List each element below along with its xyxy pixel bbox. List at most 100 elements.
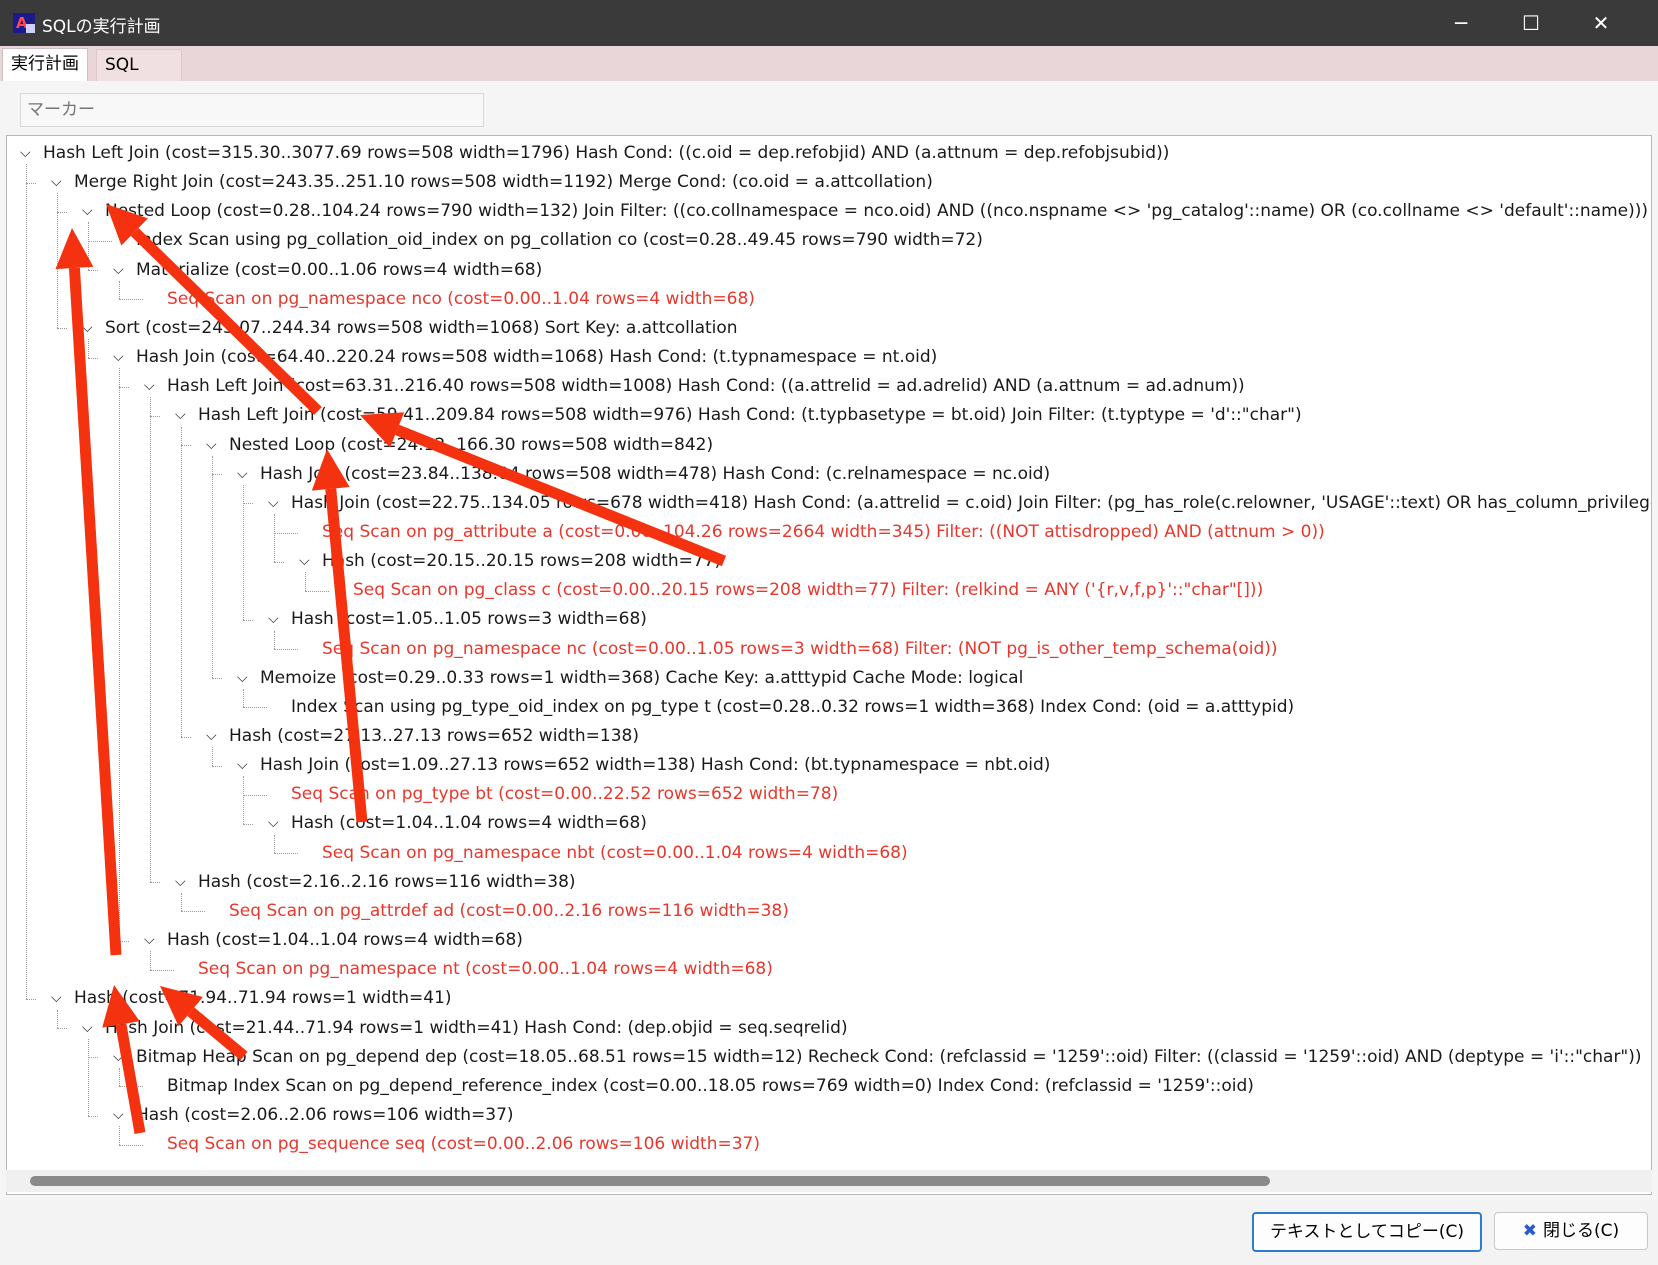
marker-input[interactable] [20,93,484,127]
tree-connector [88,241,112,243]
plan-node[interactable]: Hash (cost=2.16..2.16 rows=116 width=38) [198,868,576,897]
tree-connector [150,397,151,883]
tree-connector [181,911,205,913]
tree-connector [150,415,160,417]
chevron-down-icon[interactable]: ⌵ [113,1043,127,1072]
plan-node[interactable]: Hash Join (cost=64.40..220.24 rows=508 w… [136,343,937,372]
chevron-down-icon[interactable]: ⌵ [82,1014,96,1043]
plan-node[interactable]: Merge Right Join (cost=243.35..251.10 ro… [74,168,933,197]
tree-connector [57,1028,67,1030]
close-button[interactable]: ✖ 閉じる(C) [1494,1212,1648,1250]
tree-connector [243,503,253,505]
plan-node[interactable]: Hash (cost=27.13..27.13 rows=652 width=1… [229,722,639,751]
minimize-button[interactable]: ─ [1426,0,1496,46]
tree-connector [243,707,267,709]
plan-node[interactable]: Seq Scan on pg_type bt (cost=0.00..22.52… [291,780,838,809]
tree-connector [212,765,222,767]
plan-node[interactable]: Hash (cost=1.04..1.04 rows=4 width=68) [291,809,647,838]
plan-node[interactable]: Hash Left Join (cost=63.31..216.40 rows=… [167,372,1245,401]
plan-tree[interactable]: ⌵ Hash Left Join (cost=315.30..3077.69 ro… [6,135,1652,1195]
plan-node[interactable]: Hash (cost=71.94..71.94 rows=1 width=41) [74,984,452,1013]
minimize-icon: ─ [1454,11,1468,35]
plan-node[interactable]: Hash Left Join (cost=315.30..3077.69 row… [43,139,1169,168]
chevron-down-icon[interactable]: ⌵ [113,1101,127,1130]
chevron-down-icon[interactable]: ⌵ [268,489,282,518]
chevron-down-icon[interactable]: ⌵ [237,664,251,693]
plan-node[interactable]: Hash (cost=20.15..20.15 rows=208 width=7… [322,547,721,576]
tree-connector [26,182,36,184]
maximize-button[interactable]: ☐ [1496,0,1566,46]
tab-sql[interactable]: SQL [96,49,182,81]
close-x-icon: ✖ [1522,1221,1538,1241]
chevron-down-icon[interactable]: ⌵ [268,809,282,838]
tree-connector [57,193,58,329]
plan-node[interactable]: Seq Scan on pg_attribute a (cost=0.00..1… [322,518,1325,547]
chevron-down-icon[interactable]: ⌵ [113,256,127,285]
plan-node[interactable]: Nested Loop (cost=0.28..104.24 rows=790 … [105,197,1648,226]
tree-connector [119,1144,143,1146]
plan-node[interactable]: Seq Scan on pg_namespace nbt (cost=0.00.… [322,839,908,868]
plan-node[interactable]: Hash Join (cost=22.75..134.05 rows=678 w… [291,489,1651,518]
plan-node[interactable]: Index Scan using pg_type_oid_index on pg… [291,693,1294,722]
plan-node[interactable]: Memoize (cost=0.29..0.33 rows=1 width=36… [260,664,1023,693]
plan-node[interactable]: Seq Scan on pg_namespace nt (cost=0.00..… [198,955,773,984]
tree-connector [274,532,298,534]
tree-connector [181,445,191,447]
plan-node[interactable]: Index Scan using pg_collation_oid_index … [136,226,983,255]
plan-node[interactable]: Seq Scan on pg_namespace nc (cost=0.00..… [322,635,1278,664]
tree-connector [305,590,329,592]
close-window-button[interactable]: ✕ [1566,0,1636,46]
chevron-down-icon[interactable]: ⌵ [175,868,189,897]
copy-as-text-button[interactable]: テキストとしてコピー(C) [1252,1212,1482,1252]
tree-connector [119,368,120,941]
tree-connector [88,1038,89,1116]
chevron-down-icon[interactable]: ⌵ [51,984,65,1013]
chevron-down-icon[interactable]: ⌵ [268,605,282,634]
plan-node[interactable]: Hash (cost=2.06..2.06 rows=106 width=37) [136,1101,514,1130]
tree-connector [119,386,129,388]
tab-plan[interactable]: 実行計画 [2,48,88,82]
scrollbar-thumb[interactable] [30,1176,1270,1186]
chevron-down-icon[interactable]: ⌵ [20,139,34,168]
close-button-label: 閉じる(C) [1543,1221,1620,1241]
plan-node[interactable]: Hash Join (cost=21.44..71.94 rows=1 widt… [105,1014,848,1043]
chevron-down-icon[interactable]: ⌵ [113,343,127,372]
plan-node[interactable]: Seq Scan on pg_sequence seq (cost=0.00..… [167,1130,760,1159]
plan-node[interactable]: Nested Loop (cost=24.12..166.30 rows=508… [229,431,713,460]
plan-node[interactable]: Hash (cost=1.05..1.05 rows=3 width=68) [291,605,647,634]
chevron-down-icon[interactable]: ⌵ [237,751,251,780]
tree-connector [212,474,222,476]
tab-bar: 実行計画 SQL [0,46,1658,82]
chevron-down-icon[interactable]: ⌵ [175,401,189,430]
chevron-down-icon[interactable]: ⌵ [82,197,96,226]
plan-node[interactable]: Bitmap Index Scan on pg_depend_reference… [167,1072,1254,1101]
maximize-icon: ☐ [1522,11,1540,35]
tree-connector [243,794,267,796]
plan-node[interactable]: Seq Scan on pg_class c (cost=0.00..20.15… [353,576,1263,605]
app-icon: A [13,13,35,33]
tree-connector [26,164,27,999]
plan-node[interactable]: Hash Join (cost=1.09..27.13 rows=652 wid… [260,751,1050,780]
plan-node[interactable]: Bitmap Heap Scan on pg_depend dep (cost=… [136,1043,1642,1072]
plan-node[interactable]: Materialize (cost=0.00..1.06 rows=4 widt… [136,256,542,285]
chevron-down-icon[interactable]: ⌵ [51,168,65,197]
chevron-down-icon[interactable]: ⌵ [144,372,158,401]
chevron-down-icon[interactable]: ⌵ [206,431,220,460]
plan-window: A SQLの実行計画 ─ ☐ ✕ 実行計画 SQL ⌵Hash Left Joi… [0,0,1658,1265]
tree-connector [181,736,191,738]
chevron-down-icon[interactable]: ⌵ [237,460,251,489]
plan-node[interactable]: Seq Scan on pg_attrdef ad (cost=0.00..2.… [229,897,789,926]
tree-connector [243,484,244,620]
plan-node[interactable]: Seq Scan on pg_namespace nco (cost=0.00.… [167,285,755,314]
plan-node[interactable]: Hash Left Join (cost=59.41..209.84 rows=… [198,401,1302,430]
plan-node[interactable]: Sort (cost=243.07..244.34 rows=508 width… [105,314,738,343]
tree-connector [88,1115,98,1117]
chevron-down-icon[interactable]: ⌵ [299,547,313,576]
chevron-down-icon[interactable]: ⌵ [144,926,158,955]
tree-connector [274,561,284,563]
tree-connector [212,455,213,679]
plan-node[interactable]: Hash (cost=1.04..1.04 rows=4 width=68) [167,926,523,955]
plan-node[interactable]: Hash Join (cost=23.84..138.04 rows=508 w… [260,460,1050,489]
chevron-down-icon[interactable]: ⌵ [82,314,96,343]
chevron-down-icon[interactable]: ⌵ [206,722,220,751]
